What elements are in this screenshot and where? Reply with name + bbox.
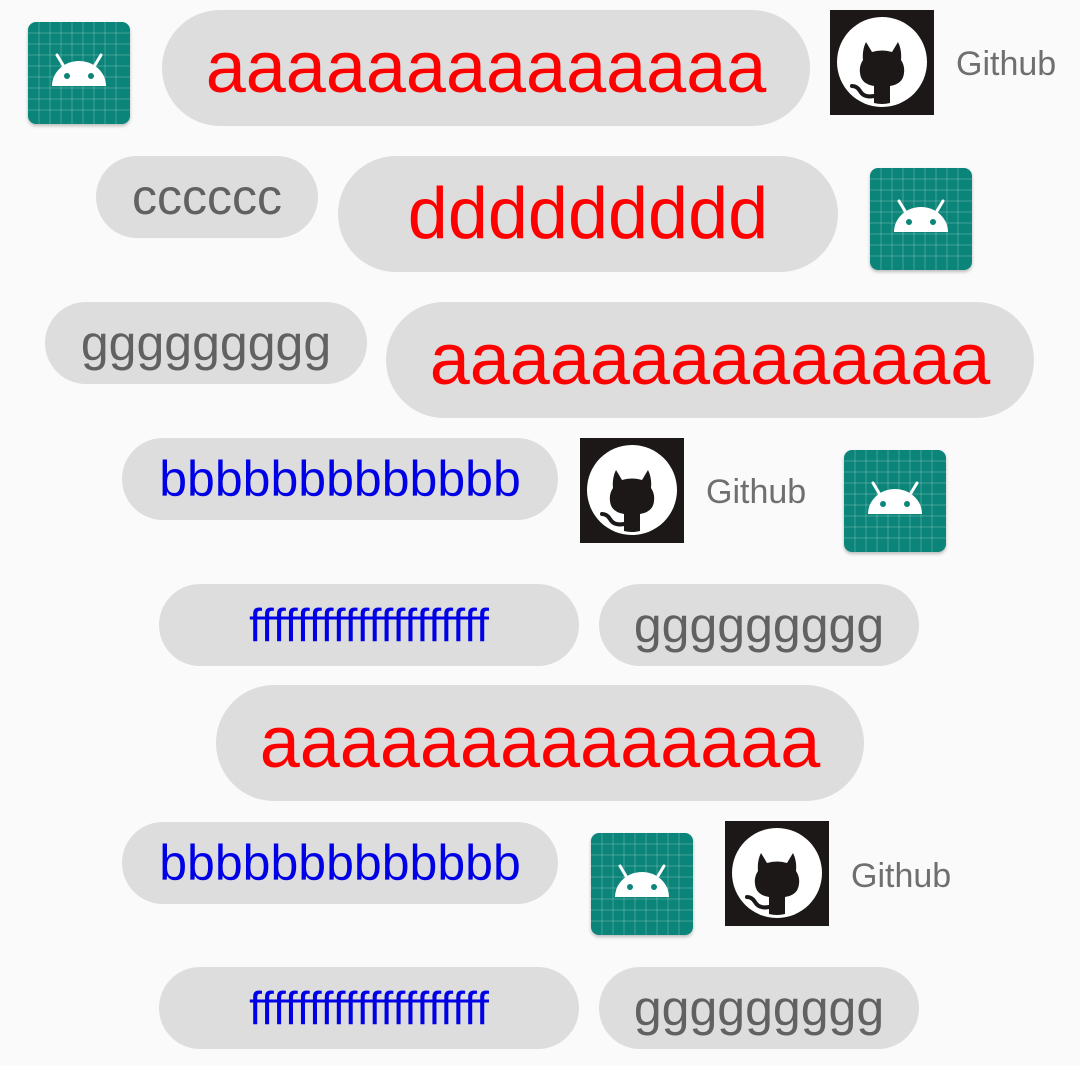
tag-chip[interactable]: bbbbbbbbbbbbb bbox=[122, 438, 558, 520]
tag-chip[interactable]: ffffffffffffffffffff bbox=[159, 584, 579, 666]
tag-chip-label: ffffffffffffffffffff bbox=[249, 599, 489, 651]
tag-chip[interactable]: cccccc bbox=[96, 156, 318, 238]
github-label: Github bbox=[851, 857, 952, 895]
tag-chip[interactable]: bbbbbbbbbbbbb bbox=[122, 822, 558, 904]
tag-chip-label: bbbbbbbbbbbbb bbox=[159, 451, 521, 507]
tag-chip-label: ffffffffffffffffffff bbox=[249, 982, 489, 1034]
android-icon bbox=[591, 833, 693, 935]
android-icon bbox=[28, 22, 130, 124]
tag-chip-label: bbbbbbbbbbbbb bbox=[159, 835, 521, 891]
tag-chip-label: aaaaaaaaaaaaaa bbox=[259, 703, 821, 783]
tag-chip-label: ggggggggg bbox=[633, 597, 885, 653]
tag-chip[interactable]: ggggggggg bbox=[599, 967, 919, 1049]
tag-chip[interactable]: aaaaaaaaaaaaaa bbox=[386, 302, 1034, 418]
tag-chip-label: cccccc bbox=[132, 169, 282, 225]
tag-chip[interactable]: ggggggggg bbox=[45, 302, 367, 384]
tag-chip[interactable]: aaaaaaaaaaaaaa bbox=[162, 10, 810, 126]
tag-chip-label: aaaaaaaaaaaaaa bbox=[429, 320, 991, 400]
tag-chip[interactable]: ffffffffffffffffffff bbox=[159, 967, 579, 1049]
github-icon bbox=[725, 821, 829, 926]
tag-chip[interactable]: ggggggggg bbox=[599, 584, 919, 666]
tag-chip[interactable]: aaaaaaaaaaaaaa bbox=[216, 685, 864, 801]
github-icon bbox=[830, 10, 934, 115]
android-icon bbox=[870, 168, 972, 270]
github-label: Github bbox=[706, 473, 807, 511]
tag-chip-label: ggggggggg bbox=[633, 980, 885, 1036]
android-icon bbox=[844, 450, 946, 552]
github-icon bbox=[580, 438, 684, 543]
tag-chip-label: ggggggggg bbox=[80, 315, 332, 371]
tag-chip[interactable]: ddddddddd bbox=[338, 156, 838, 272]
tag-chip-label: aaaaaaaaaaaaaa bbox=[205, 28, 767, 108]
tag-chip-label: ddddddddd bbox=[407, 174, 769, 254]
github-label: Github bbox=[956, 45, 1057, 83]
